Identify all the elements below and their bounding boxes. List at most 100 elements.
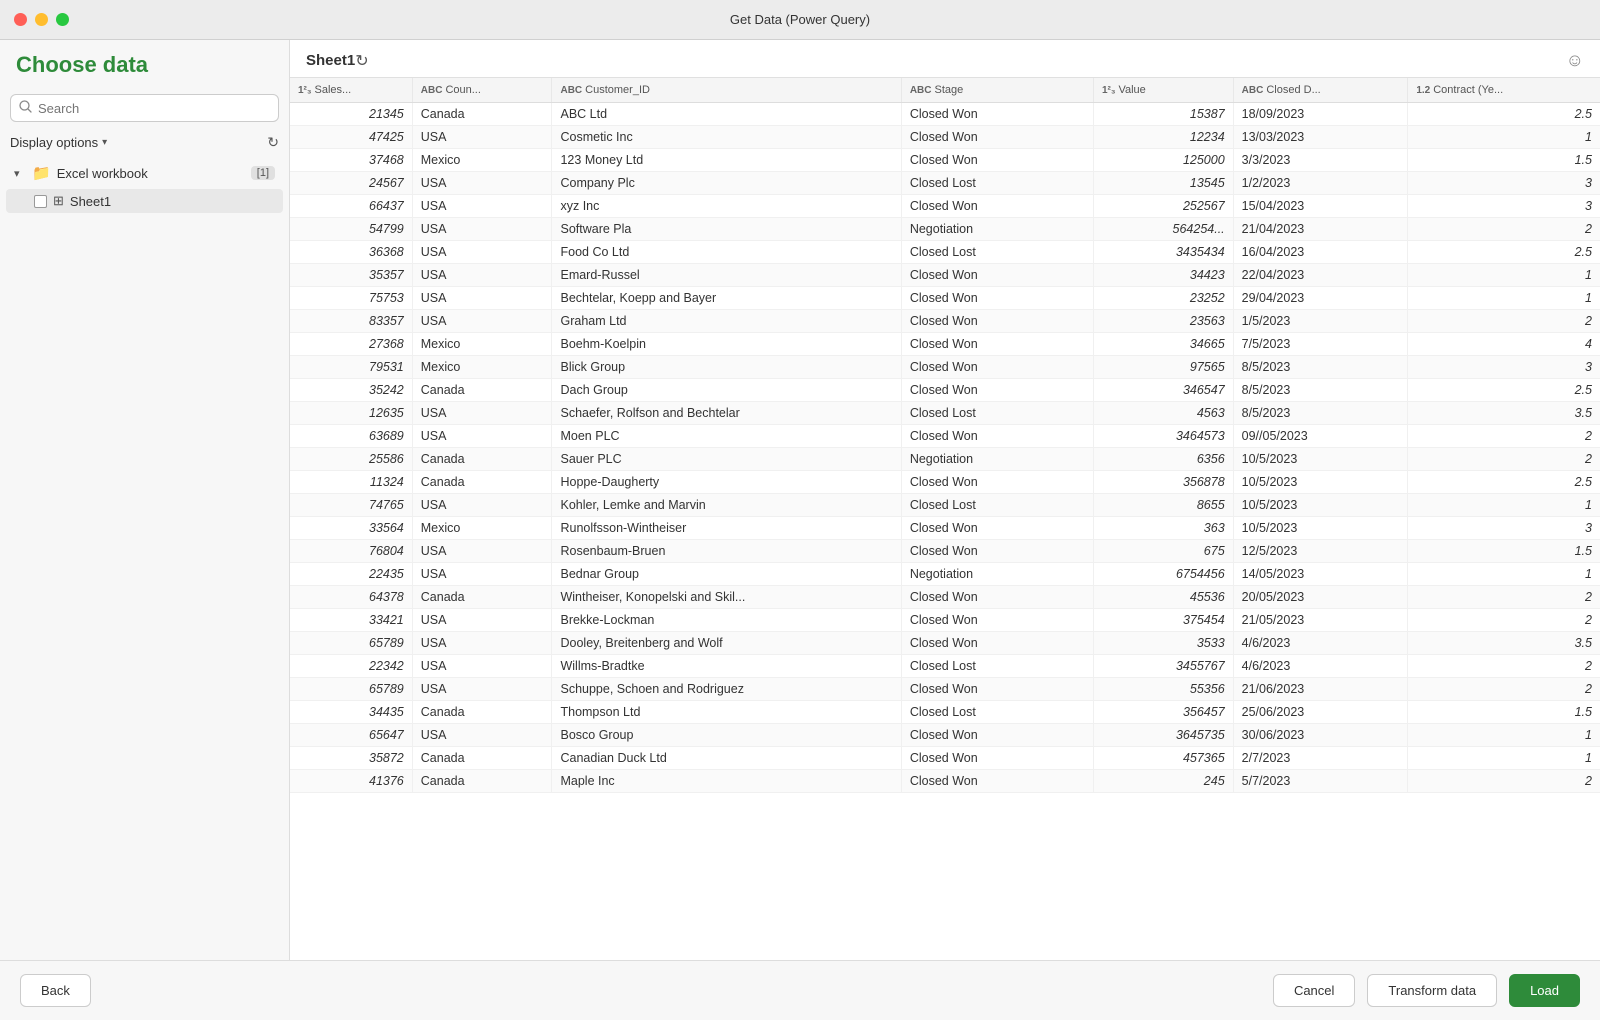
cell-closed: 8/5/2023 bbox=[1233, 379, 1408, 402]
table-row: 27368 Mexico Boehm-Koelpin Closed Won 34… bbox=[290, 333, 1600, 356]
cell-sales: 36368 bbox=[290, 241, 412, 264]
cell-contract: 3.5 bbox=[1408, 632, 1600, 655]
cell-sales: 47425 bbox=[290, 126, 412, 149]
cell-contract: 1.5 bbox=[1408, 701, 1600, 724]
cell-value: 3455767 bbox=[1093, 655, 1233, 678]
cell-country: USA bbox=[412, 632, 552, 655]
cancel-button[interactable]: Cancel bbox=[1273, 974, 1355, 1007]
cell-country: USA bbox=[412, 172, 552, 195]
cell-contract: 2 bbox=[1408, 655, 1600, 678]
table-row: 25586 Canada Sauer PLC Negotiation 6356 … bbox=[290, 448, 1600, 471]
load-button[interactable]: Load bbox=[1509, 974, 1580, 1007]
cell-customer: Moen PLC bbox=[552, 425, 901, 448]
cell-value: 346547 bbox=[1093, 379, 1233, 402]
folder-icon: 📁 bbox=[32, 164, 51, 182]
cell-value: 375454 bbox=[1093, 609, 1233, 632]
cell-closed: 21/04/2023 bbox=[1233, 218, 1408, 241]
sheet-title: Sheet1 bbox=[306, 52, 355, 69]
cell-stage: Closed Won bbox=[901, 195, 1093, 218]
table-row: 41376 Canada Maple Inc Closed Won 245 5/… bbox=[290, 770, 1600, 793]
minimize-button[interactable] bbox=[35, 13, 48, 26]
emoji-icon[interactable]: ☺ bbox=[1566, 50, 1584, 71]
cell-country: USA bbox=[412, 655, 552, 678]
table-row: 24567 USA Company Plc Closed Lost 13545 … bbox=[290, 172, 1600, 195]
table-row: 74765 USA Kohler, Lemke and Marvin Close… bbox=[290, 494, 1600, 517]
table-row: 11324 Canada Hoppe-Daugherty Closed Won … bbox=[290, 471, 1600, 494]
cell-stage: Negotiation bbox=[901, 218, 1093, 241]
cell-value: 8655 bbox=[1093, 494, 1233, 517]
cell-contract: 2.5 bbox=[1408, 471, 1600, 494]
search-box bbox=[10, 94, 279, 122]
cell-customer: Brekke-Lockman bbox=[552, 609, 901, 632]
cell-customer: Kohler, Lemke and Marvin bbox=[552, 494, 901, 517]
footer: Back Cancel Transform data Load bbox=[0, 960, 1600, 1020]
cell-country: USA bbox=[412, 310, 552, 333]
cell-customer: Willms-Bradtke bbox=[552, 655, 901, 678]
close-button[interactable] bbox=[14, 13, 27, 26]
display-options-button[interactable]: Display options ▾ bbox=[10, 135, 107, 150]
cell-contract: 1 bbox=[1408, 287, 1600, 310]
back-button[interactable]: Back bbox=[20, 974, 91, 1007]
cell-sales: 27368 bbox=[290, 333, 412, 356]
cell-customer: Bosco Group bbox=[552, 724, 901, 747]
cell-value: 12234 bbox=[1093, 126, 1233, 149]
search-input[interactable] bbox=[38, 101, 270, 116]
main-area: Choose data Display options ▾ ↻ bbox=[0, 40, 1600, 960]
cell-closed: 30/06/2023 bbox=[1233, 724, 1408, 747]
footer-right: Cancel Transform data Load bbox=[1273, 974, 1580, 1007]
workbook-item[interactable]: ▾ 📁 Excel workbook [1] bbox=[6, 159, 283, 187]
cell-stage: Negotiation bbox=[901, 563, 1093, 586]
col-header-country: ABC Coun... bbox=[412, 78, 552, 103]
sidebar-refresh-icon[interactable]: ↻ bbox=[267, 134, 279, 151]
cell-customer: Software Pla bbox=[552, 218, 901, 241]
cell-contract: 1 bbox=[1408, 494, 1600, 517]
cell-customer: Blick Group bbox=[552, 356, 901, 379]
sheet-checkbox[interactable] bbox=[34, 195, 47, 208]
table-row: 22435 USA Bednar Group Negotiation 67544… bbox=[290, 563, 1600, 586]
cell-customer: Dooley, Breitenberg and Wolf bbox=[552, 632, 901, 655]
cell-value: 3533 bbox=[1093, 632, 1233, 655]
cell-stage: Closed Won bbox=[901, 379, 1093, 402]
transform-data-button[interactable]: Transform data bbox=[1367, 974, 1497, 1007]
cell-closed: 10/5/2023 bbox=[1233, 517, 1408, 540]
sheet-name: Sheet1 bbox=[70, 194, 111, 209]
cell-sales: 75753 bbox=[290, 287, 412, 310]
cell-sales: 25586 bbox=[290, 448, 412, 471]
table-row: 21345 Canada ABC Ltd Closed Won 15387 18… bbox=[290, 103, 1600, 126]
cell-value: 34665 bbox=[1093, 333, 1233, 356]
cell-stage: Closed Won bbox=[901, 310, 1093, 333]
cell-country: Mexico bbox=[412, 517, 552, 540]
table-row: 65789 USA Schuppe, Schoen and Rodriguez … bbox=[290, 678, 1600, 701]
data-table-container[interactable]: 1²₃ Sales... ABC Coun... ABC Customer_ID… bbox=[290, 78, 1600, 960]
cell-sales: 83357 bbox=[290, 310, 412, 333]
cell-sales: 35872 bbox=[290, 747, 412, 770]
cell-value: 97565 bbox=[1093, 356, 1233, 379]
maximize-button[interactable] bbox=[56, 13, 69, 26]
cell-stage: Closed Won bbox=[901, 609, 1093, 632]
cell-value: 3464573 bbox=[1093, 425, 1233, 448]
sheet-item-sheet1[interactable]: ⊞ Sheet1 bbox=[6, 189, 283, 213]
cell-stage: Closed Lost bbox=[901, 241, 1093, 264]
table-row: 35872 Canada Canadian Duck Ltd Closed Wo… bbox=[290, 747, 1600, 770]
cell-closed: 22/04/2023 bbox=[1233, 264, 1408, 287]
cell-customer: Company Plc bbox=[552, 172, 901, 195]
cell-customer: ABC Ltd bbox=[552, 103, 901, 126]
data-table: 1²₃ Sales... ABC Coun... ABC Customer_ID… bbox=[290, 78, 1600, 793]
table-row: 65789 USA Dooley, Breitenberg and Wolf C… bbox=[290, 632, 1600, 655]
cell-stage: Closed Lost bbox=[901, 655, 1093, 678]
cell-customer: Bednar Group bbox=[552, 563, 901, 586]
cell-country: USA bbox=[412, 540, 552, 563]
cell-country: Canada bbox=[412, 747, 552, 770]
cell-value: 457365 bbox=[1093, 747, 1233, 770]
cell-closed: 7/5/2023 bbox=[1233, 333, 1408, 356]
cell-value: 55356 bbox=[1093, 678, 1233, 701]
cell-stage: Closed Won bbox=[901, 770, 1093, 793]
cell-sales: 22435 bbox=[290, 563, 412, 586]
cell-sales: 34435 bbox=[290, 701, 412, 724]
cell-contract: 2.5 bbox=[1408, 241, 1600, 264]
cell-customer: Rosenbaum-Bruen bbox=[552, 540, 901, 563]
col-header-sales: 1²₃ Sales... bbox=[290, 78, 412, 103]
table-row: 36368 USA Food Co Ltd Closed Lost 343543… bbox=[290, 241, 1600, 264]
header-refresh-icon[interactable]: ↻ bbox=[355, 51, 368, 71]
table-row: 65647 USA Bosco Group Closed Won 3645735… bbox=[290, 724, 1600, 747]
